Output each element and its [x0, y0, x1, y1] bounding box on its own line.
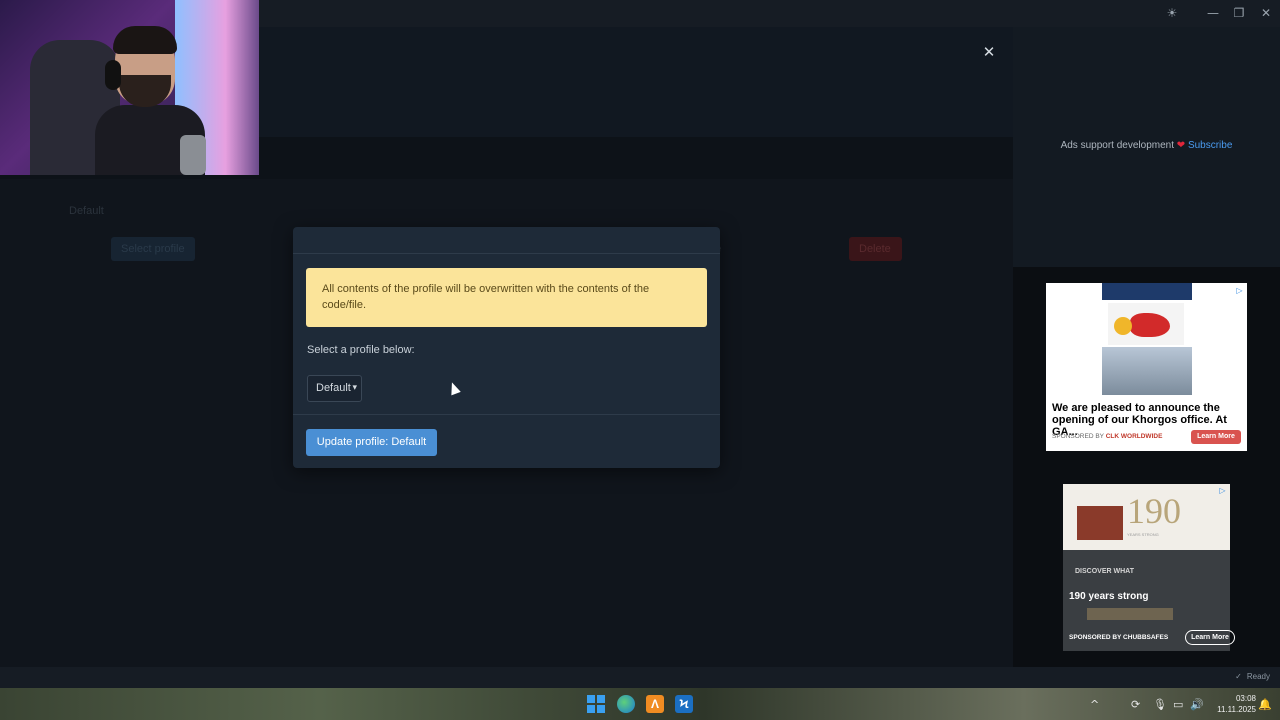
- status-text: Ready: [1246, 672, 1270, 681]
- ad1-sponsor: SPONSORED BY CLK WORLDWIDE: [1052, 433, 1162, 440]
- ad1-map-region: [1130, 313, 1170, 337]
- status-bar: ✓ Ready: [0, 667, 1280, 688]
- update-profile-modal: All contents of the profile will be over…: [293, 227, 720, 468]
- clock-time: 03:08: [1235, 694, 1256, 703]
- ad2-small-text: YEARS STRONG: [1127, 532, 1159, 537]
- profile-label: Default: [69, 205, 104, 217]
- heart-icon: ❤: [1176, 140, 1186, 151]
- ad2-number: 190: [1127, 491, 1181, 531]
- chevron-down-icon: ▾: [352, 383, 357, 393]
- ad2-discover-text: DISCOVER WHAT: [1075, 568, 1134, 575]
- select-profile-label: Select a profile below:: [307, 344, 415, 356]
- volume-icon[interactable]: 🔊: [1190, 698, 1204, 711]
- ad2-learn-more-button[interactable]: Learn More: [1185, 630, 1235, 645]
- network-icon[interactable]: ▭: [1173, 698, 1183, 711]
- edge-browser-icon[interactable]: [617, 695, 635, 713]
- ad1-map-image: [1108, 303, 1184, 345]
- status-ready: ✓ Ready: [1235, 672, 1270, 681]
- ad2-headline: 190 years strong: [1069, 591, 1149, 602]
- sync-icon[interactable]: ⟳: [1131, 698, 1140, 711]
- delete-button: Delete: [849, 237, 902, 261]
- webcam-headset: [105, 60, 121, 90]
- window-close-button[interactable]: ✕: [1255, 4, 1277, 22]
- webcam-person-beard: [119, 75, 171, 107]
- ad1-logo-strip: [1102, 283, 1192, 300]
- minimize-button[interactable]: —: [1202, 4, 1224, 22]
- ad2-sponsor: SPONSORED BY CHUBBSAFES: [1069, 634, 1169, 641]
- ad1-sponsor-name: CLK WORLDWIDE: [1105, 433, 1163, 440]
- close-icon[interactable]: ✕: [980, 43, 998, 61]
- ad-banner-clk[interactable]: We are pleased to announce the opening o…: [1046, 283, 1247, 451]
- adchoices-icon[interactable]: ▷: [1218, 486, 1227, 495]
- modal-header: [293, 227, 720, 254]
- ad1-learn-more-button[interactable]: Learn More: [1191, 430, 1241, 444]
- clock-date: 11.11.2025: [1217, 705, 1256, 714]
- subscribe-link[interactable]: Subscribe: [1188, 140, 1232, 151]
- webcam-overlay: [0, 0, 259, 175]
- ad2-bar: [1087, 608, 1173, 620]
- ads-support-text: Ads support development ❤ Subscribe: [1013, 140, 1280, 151]
- ads-panel: Ads support development ❤ Subscribe: [1013, 27, 1280, 267]
- ad1-sponsor-prefix: SPONSORED BY: [1052, 433, 1104, 440]
- maximize-button[interactable]: ❐: [1228, 4, 1250, 22]
- theme-toggle-icon[interactable]: ☀: [1161, 4, 1183, 22]
- active-app-icon[interactable]: Ϟ: [675, 695, 693, 713]
- ad1-photo: [1102, 347, 1192, 395]
- webcam-person-hair: [113, 26, 177, 54]
- system-clock[interactable]: 03:08 11.11.2025: [1208, 693, 1256, 715]
- adchoices-icon[interactable]: ▷: [1235, 286, 1244, 295]
- notification-icon[interactable]: 🔔: [1258, 698, 1272, 711]
- profile-select[interactable]: Default ▾: [307, 375, 362, 402]
- windows-taskbar: Λ Ϟ ^ ⟳ 🎙 ▭ 🔊 03:08 11.11.2025 🔔: [0, 688, 1280, 720]
- overwrite-warning-alert: All contents of the profile will be over…: [306, 268, 707, 327]
- webcam-microphone: [180, 135, 206, 175]
- ad-banner-chubbsafes[interactable]: 190 YEARS STRONG DISCOVER WHAT 190 years…: [1063, 484, 1235, 651]
- windows-start-icon[interactable]: [587, 695, 605, 713]
- modal-footer: Update profile: Default: [293, 414, 720, 468]
- update-profile-button[interactable]: Update profile: Default: [306, 429, 437, 456]
- check-icon: ✓: [1235, 672, 1242, 681]
- profile-select-value: Default: [316, 382, 351, 394]
- ad2-hero-image: 190 YEARS STRONG: [1063, 484, 1230, 550]
- ads-support-label: Ads support development: [1060, 140, 1174, 151]
- tray-chevron-up-icon[interactable]: ^: [1090, 698, 1099, 711]
- ad2-building-image: [1077, 506, 1123, 540]
- app-launcher-icon[interactable]: Λ: [646, 695, 664, 713]
- select-profile-button: Select profile: [111, 237, 195, 261]
- microphone-icon[interactable]: 🎙: [1153, 698, 1167, 711]
- ad1-map-marker: [1114, 317, 1132, 335]
